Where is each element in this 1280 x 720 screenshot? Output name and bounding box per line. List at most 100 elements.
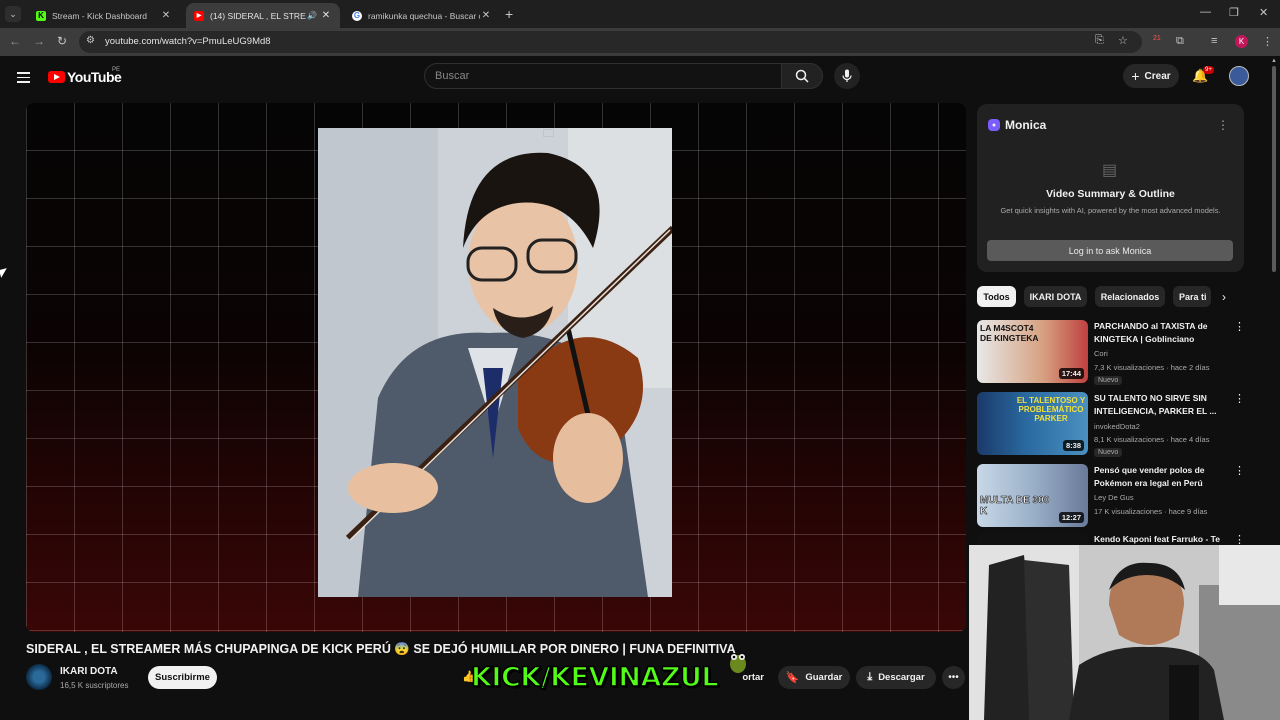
monica-menu-icon[interactable]: ⋮ <box>1217 118 1229 132</box>
browser-menu-icon[interactable]: ⋮ <box>1262 35 1273 48</box>
page-scrollbar[interactable] <box>1272 66 1276 272</box>
pip-indicator-icon <box>543 129 554 137</box>
browser-tab-google[interactable]: G ramikunka quechua - Buscar co ✕ <box>344 3 500 28</box>
rec-menu-icon[interactable]: ⋮ <box>1234 533 1245 545</box>
scroll-up-arrow-icon[interactable]: ▲ <box>1271 58 1277 64</box>
monica-login-button[interactable]: Log in to ask Monica <box>987 240 1233 261</box>
rec-title[interactable]: Kendo Kaponi feat Farruko - Te <box>1094 533 1224 545</box>
extensions-puzzle-icon[interactable]: ⧉ <box>1176 35 1184 48</box>
rec-meta: 8,1 K visualizaciones · hace 4 días <box>1094 435 1210 444</box>
chip-todos[interactable]: Todos <box>977 286 1016 307</box>
rec-menu-icon[interactable]: ⋮ <box>1234 464 1245 477</box>
list-item[interactable]: LA M4SCOT4 DE KINGTEKA 17:44 PARCHANDO a… <box>977 320 1267 386</box>
download-button[interactable]: ⤓ Descargar <box>856 666 936 689</box>
rec-menu-icon[interactable]: ⋮ <box>1234 392 1245 405</box>
url-text[interactable]: youtube.com/watch?v=PmuLeUG9Md8 <box>105 36 271 47</box>
chip-ikari-dota[interactable]: IKARI DOTA <box>1024 286 1087 307</box>
rec-menu-icon[interactable]: ⋮ <box>1234 320 1245 333</box>
webcam-overlay <box>969 545 1280 720</box>
profile-avatar[interactable]: K <box>1235 35 1248 48</box>
subscribe-button[interactable]: Suscribirme <box>148 666 217 689</box>
site-info-icon[interactable]: ⚙ <box>86 35 95 46</box>
reading-list-icon[interactable]: ≡ <box>1211 35 1217 47</box>
browser-tab-kick[interactable]: K Stream - Kick Dashboard ✕ <box>28 3 180 28</box>
address-toolbar: ← → ↻ ⚙ youtube.com/watch?v=PmuLeUG9Md8 … <box>0 28 1280 56</box>
subscriber-count: 16,5 K suscriptores <box>60 681 129 690</box>
hamburger-menu-icon[interactable] <box>17 69 30 86</box>
new-tab-icon[interactable]: + <box>505 6 513 22</box>
list-item[interactable]: EL TALENTOSO Y PROBLEMÁTICO PARKER 8:38 … <box>977 392 1267 458</box>
browser-tab-youtube[interactable]: ▶ (14) SIDERAL , EL STREAME 🔊 ✕ <box>186 3 340 28</box>
rec-title[interactable]: Pensó que vender polos de Pokémon era le… <box>1094 464 1224 490</box>
share-label: ortar <box>742 672 764 683</box>
google-favicon-icon: G <box>352 10 362 21</box>
bookmark-star-icon[interactable]: ☆ <box>1118 34 1128 47</box>
speaker-icon[interactable]: 🔊 <box>306 11 318 20</box>
video-player[interactable] <box>26 103 966 632</box>
duration-badge: 8:38 <box>1062 440 1084 451</box>
tab-search-icon[interactable]: ⌄ <box>5 6 21 22</box>
youtube-logo[interactable]: YouTube PE <box>48 67 122 85</box>
rec-channel[interactable]: Cori <box>1094 349 1108 358</box>
create-label: Crear <box>1144 70 1171 82</box>
chip-para-ti[interactable]: Para ti <box>1173 286 1211 307</box>
list-item[interactable]: Kendo Kaponi feat Farruko - Te ⋮ <box>977 533 1267 545</box>
youtube-play-icon <box>48 71 65 83</box>
rec-title[interactable]: PARCHANDO al TAXISTA de KINGTEKA | Gobli… <box>1094 320 1224 346</box>
video-thumbnail[interactable]: LA M4SCOT4 DE KINGTEKA 17:44 <box>977 320 1088 383</box>
notification-count-badge: 9+ <box>1203 66 1214 74</box>
thumbnail-text: EL TALENTOSO Y PROBLEMÁTICO PARKER <box>1016 396 1086 423</box>
back-icon[interactable]: ← <box>9 34 21 48</box>
microphone-icon <box>842 69 852 82</box>
video-frame-image <box>318 128 672 597</box>
video-thumbnail[interactable]: EL TALENTOSO Y PROBLEMÁTICO PARKER 8:38 <box>977 392 1088 455</box>
channel-name[interactable]: IKARI DOTA <box>60 666 118 677</box>
close-tab-icon[interactable]: ✕ <box>320 10 332 21</box>
chevron-right-icon[interactable]: › <box>1222 290 1226 304</box>
create-button[interactable]: + Crear <box>1123 64 1179 88</box>
rec-title[interactable]: SU TALENTO NO SIRVE SIN INTELIGENCIA, PA… <box>1094 392 1224 418</box>
youtube-favicon-icon: ▶ <box>194 10 204 21</box>
rec-channel[interactable]: invokedDota2 <box>1094 422 1140 431</box>
close-tab-icon[interactable]: ✕ <box>480 10 492 21</box>
monica-logo-icon: ● <box>988 119 1000 131</box>
search-input[interactable]: Buscar <box>424 63 782 89</box>
duration-badge: 12:27 <box>1058 512 1084 523</box>
thumbnail-text: MULTA DE 300 K <box>980 495 1050 518</box>
share-button[interactable]: ortar <box>712 666 770 689</box>
video-thumbnail[interactable]: MULTA DE 300 K 12:27 <box>977 464 1088 527</box>
search-button[interactable] <box>781 63 823 89</box>
save-button[interactable]: 🔖 Guardar <box>778 666 850 689</box>
chip-relacionados[interactable]: Relacionados <box>1095 286 1165 307</box>
voice-search-button[interactable] <box>834 63 860 89</box>
restore-icon[interactable]: ❐ <box>1229 6 1239 19</box>
close-tab-icon[interactable]: ✕ <box>160 10 172 21</box>
mouse-cursor-icon <box>0 268 9 278</box>
violinist-image <box>318 128 672 597</box>
close-window-icon[interactable]: ✕ <box>1259 6 1268 19</box>
search-icon <box>795 69 809 83</box>
bookmark-icon: 🔖 <box>785 672 800 684</box>
document-icon: ▤ <box>1102 162 1118 179</box>
more-actions-icon[interactable]: ••• <box>942 666 965 689</box>
forward-icon[interactable]: → <box>33 34 45 48</box>
kick-favicon-icon: K <box>36 10 46 21</box>
new-badge: Nuevo <box>1094 448 1123 457</box>
video-thumbnail[interactable] <box>977 533 1088 545</box>
tab-title: (14) SIDERAL , EL STREAME <box>210 10 306 21</box>
list-item[interactable]: MULTA DE 300 K 12:27 Pensó que vender po… <box>977 464 1267 530</box>
account-avatar[interactable] <box>1229 66 1249 86</box>
country-code: PE <box>112 67 121 73</box>
reload-icon[interactable]: ↻ <box>57 34 67 48</box>
minimize-icon[interactable]: — <box>1200 6 1211 18</box>
stream-overlay-text: KICK/KEVINAZUL <box>470 661 719 694</box>
rec-meta: 17 K visualizaciones · hace 9 días <box>1094 507 1208 516</box>
rec-channel[interactable]: Ley De Gus <box>1094 493 1134 502</box>
install-app-icon[interactable]: ⎘ <box>1095 34 1104 47</box>
channel-avatar[interactable] <box>26 664 52 690</box>
plus-icon: + <box>1131 68 1140 84</box>
omnibox[interactable]: ⚙ youtube.com/watch?v=PmuLeUG9Md8 ⎘ ☆ <box>79 31 1142 53</box>
webcam-person-image <box>969 545 1280 720</box>
tab-title: Stream - Kick Dashboard <box>52 10 147 21</box>
extension-badge-icon[interactable]: 21 <box>1153 35 1161 42</box>
